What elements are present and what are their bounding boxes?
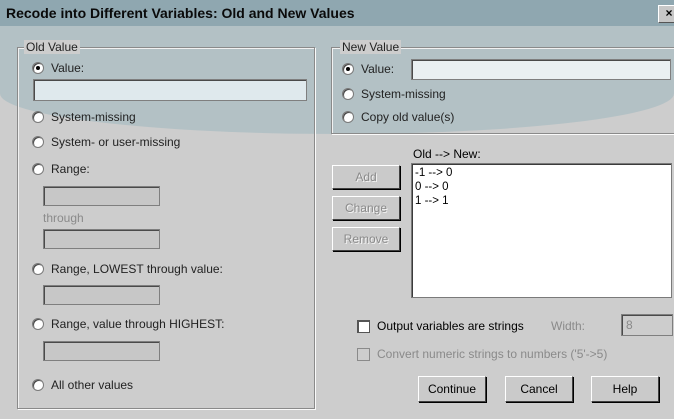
remove-button[interactable]: Remove [332,227,400,251]
radio-icon [342,111,354,123]
continue-button[interactable]: Continue [418,376,486,402]
range-highest-label: Range, value through HIGHEST: [51,317,225,331]
width-label: Width: [551,319,586,333]
checkbox-icon [357,319,370,333]
range-lowest-radio[interactable]: Range, LOWEST through value: [32,262,223,276]
new-system-missing-label: System-missing [361,87,446,101]
range-highest-radio[interactable]: Range, value through HIGHEST: [32,317,224,331]
all-other-values-radio[interactable]: All other values [32,378,133,392]
old-new-label: Old --> New: [413,147,481,161]
radio-icon [342,88,354,100]
list-item[interactable]: 0 --> 0 [415,180,668,194]
width-value: 8 [626,318,633,332]
all-other-values-label: All other values [51,378,134,392]
dialog-title: Recode into Different Variables: Old and… [6,5,355,21]
range-lowest-input[interactable] [43,285,160,305]
copy-old-values-label: Copy old value(s) [361,110,455,124]
radio-icon [32,111,44,123]
close-button[interactable]: × [658,5,674,23]
old-system-user-missing-radio[interactable]: System- or user-missing [32,135,180,149]
new-value-input[interactable] [411,59,671,80]
list-item[interactable]: 1 --> 1 [415,194,668,208]
new-value-radio-label: Value: [361,62,395,76]
range-to-input[interactable] [43,229,160,249]
radio-icon [32,379,44,391]
output-strings-label: Output variables are strings [377,319,524,333]
old-system-user-missing-label: System- or user-missing [51,135,181,149]
convert-numeric-checkbox[interactable]: Convert numeric strings to numbers ('5'-… [357,347,607,361]
copy-old-values-radio[interactable]: Copy old value(s) [342,110,454,124]
new-system-missing-radio[interactable]: System-missing [342,87,446,101]
width-input[interactable]: 8 [621,314,673,336]
radio-selected-icon [342,63,354,75]
old-value-radio-label: Value: [51,61,85,75]
radio-icon [32,163,44,175]
radio-selected-icon [32,62,44,74]
radio-icon [32,136,44,148]
dialog-window: Recode into Different Variables: Old and… [0,0,674,419]
list-item[interactable]: -1 --> 0 [415,166,668,180]
old-range-radio[interactable]: Range: [32,162,90,176]
through-label: through [43,211,84,225]
range-lowest-label: Range, LOWEST through value: [51,262,223,276]
new-value-legend: New Value [340,40,402,54]
radio-icon [32,318,44,330]
output-strings-checkbox[interactable]: Output variables are strings [357,319,524,333]
cancel-button[interactable]: Cancel [505,376,573,402]
old-system-missing-radio[interactable]: System-missing [32,110,136,124]
old-new-listbox[interactable]: -1 --> 0 0 --> 0 1 --> 1 [411,163,672,298]
radio-icon [32,263,44,275]
checkbox-icon [357,347,370,361]
old-value-radio[interactable]: Value: [32,61,84,75]
change-button[interactable]: Change [332,196,400,220]
new-value-radio[interactable]: Value: [342,62,394,76]
add-button[interactable]: Add [332,165,400,189]
title-bar: Recode into Different Variables: Old and… [0,0,674,26]
range-highest-input[interactable] [43,341,160,361]
convert-numeric-label: Convert numeric strings to numbers ('5'-… [377,347,608,361]
range-from-input[interactable] [43,186,160,206]
old-range-label: Range: [51,162,90,176]
old-system-missing-label: System-missing [51,110,136,124]
old-value-input[interactable] [33,79,307,101]
old-value-legend: Old Value [24,40,80,54]
help-button[interactable]: Help [591,376,659,402]
